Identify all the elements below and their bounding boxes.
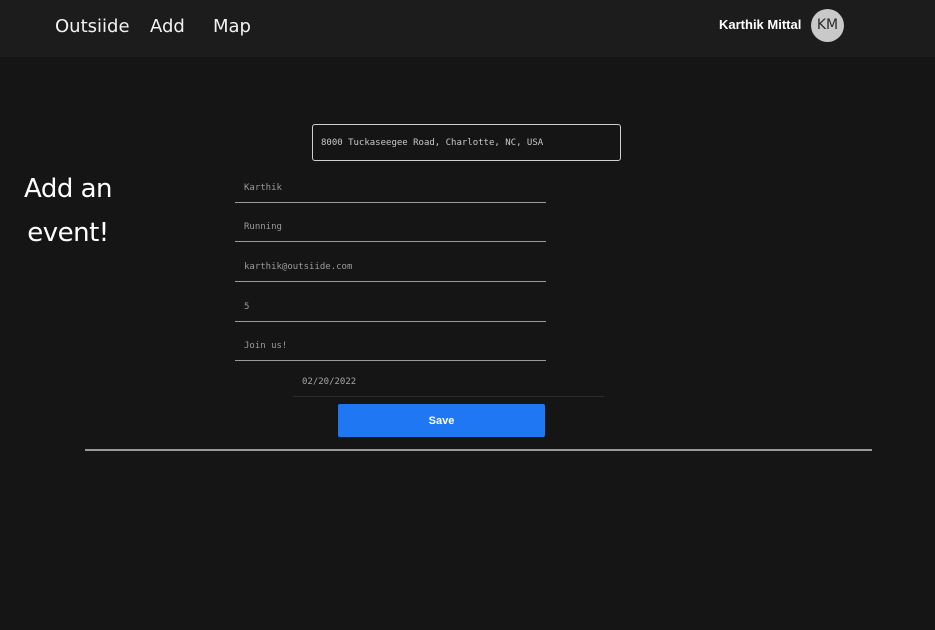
participant-count-field[interactable] bbox=[235, 292, 546, 322]
location-input[interactable] bbox=[312, 124, 621, 161]
date-field[interactable] bbox=[293, 367, 604, 397]
save-button[interactable]: Save bbox=[338, 404, 545, 437]
activity-field[interactable] bbox=[235, 212, 546, 242]
avatar[interactable]: KM bbox=[811, 9, 844, 42]
name-field[interactable] bbox=[235, 173, 546, 203]
user-name: Karthik Mittal bbox=[719, 17, 802, 32]
page-title: Add an event! bbox=[13, 167, 123, 255]
page-title-line-1: Add an bbox=[23, 174, 113, 204]
top-navbar: Outsiide Add Map Karthik Mittal KM bbox=[0, 0, 935, 57]
description-field[interactable] bbox=[235, 331, 546, 361]
divider bbox=[85, 449, 872, 451]
nav-map-link[interactable]: Map bbox=[213, 16, 251, 38]
app-frame: Outsiide Add Map Karthik Mittal KM Add a… bbox=[0, 0, 935, 630]
nav-add-link[interactable]: Add bbox=[150, 16, 185, 38]
page-title-line-2: event! bbox=[27, 218, 109, 248]
nav-brand-link[interactable]: Outsiide bbox=[55, 16, 130, 38]
email-field[interactable] bbox=[235, 252, 546, 282]
